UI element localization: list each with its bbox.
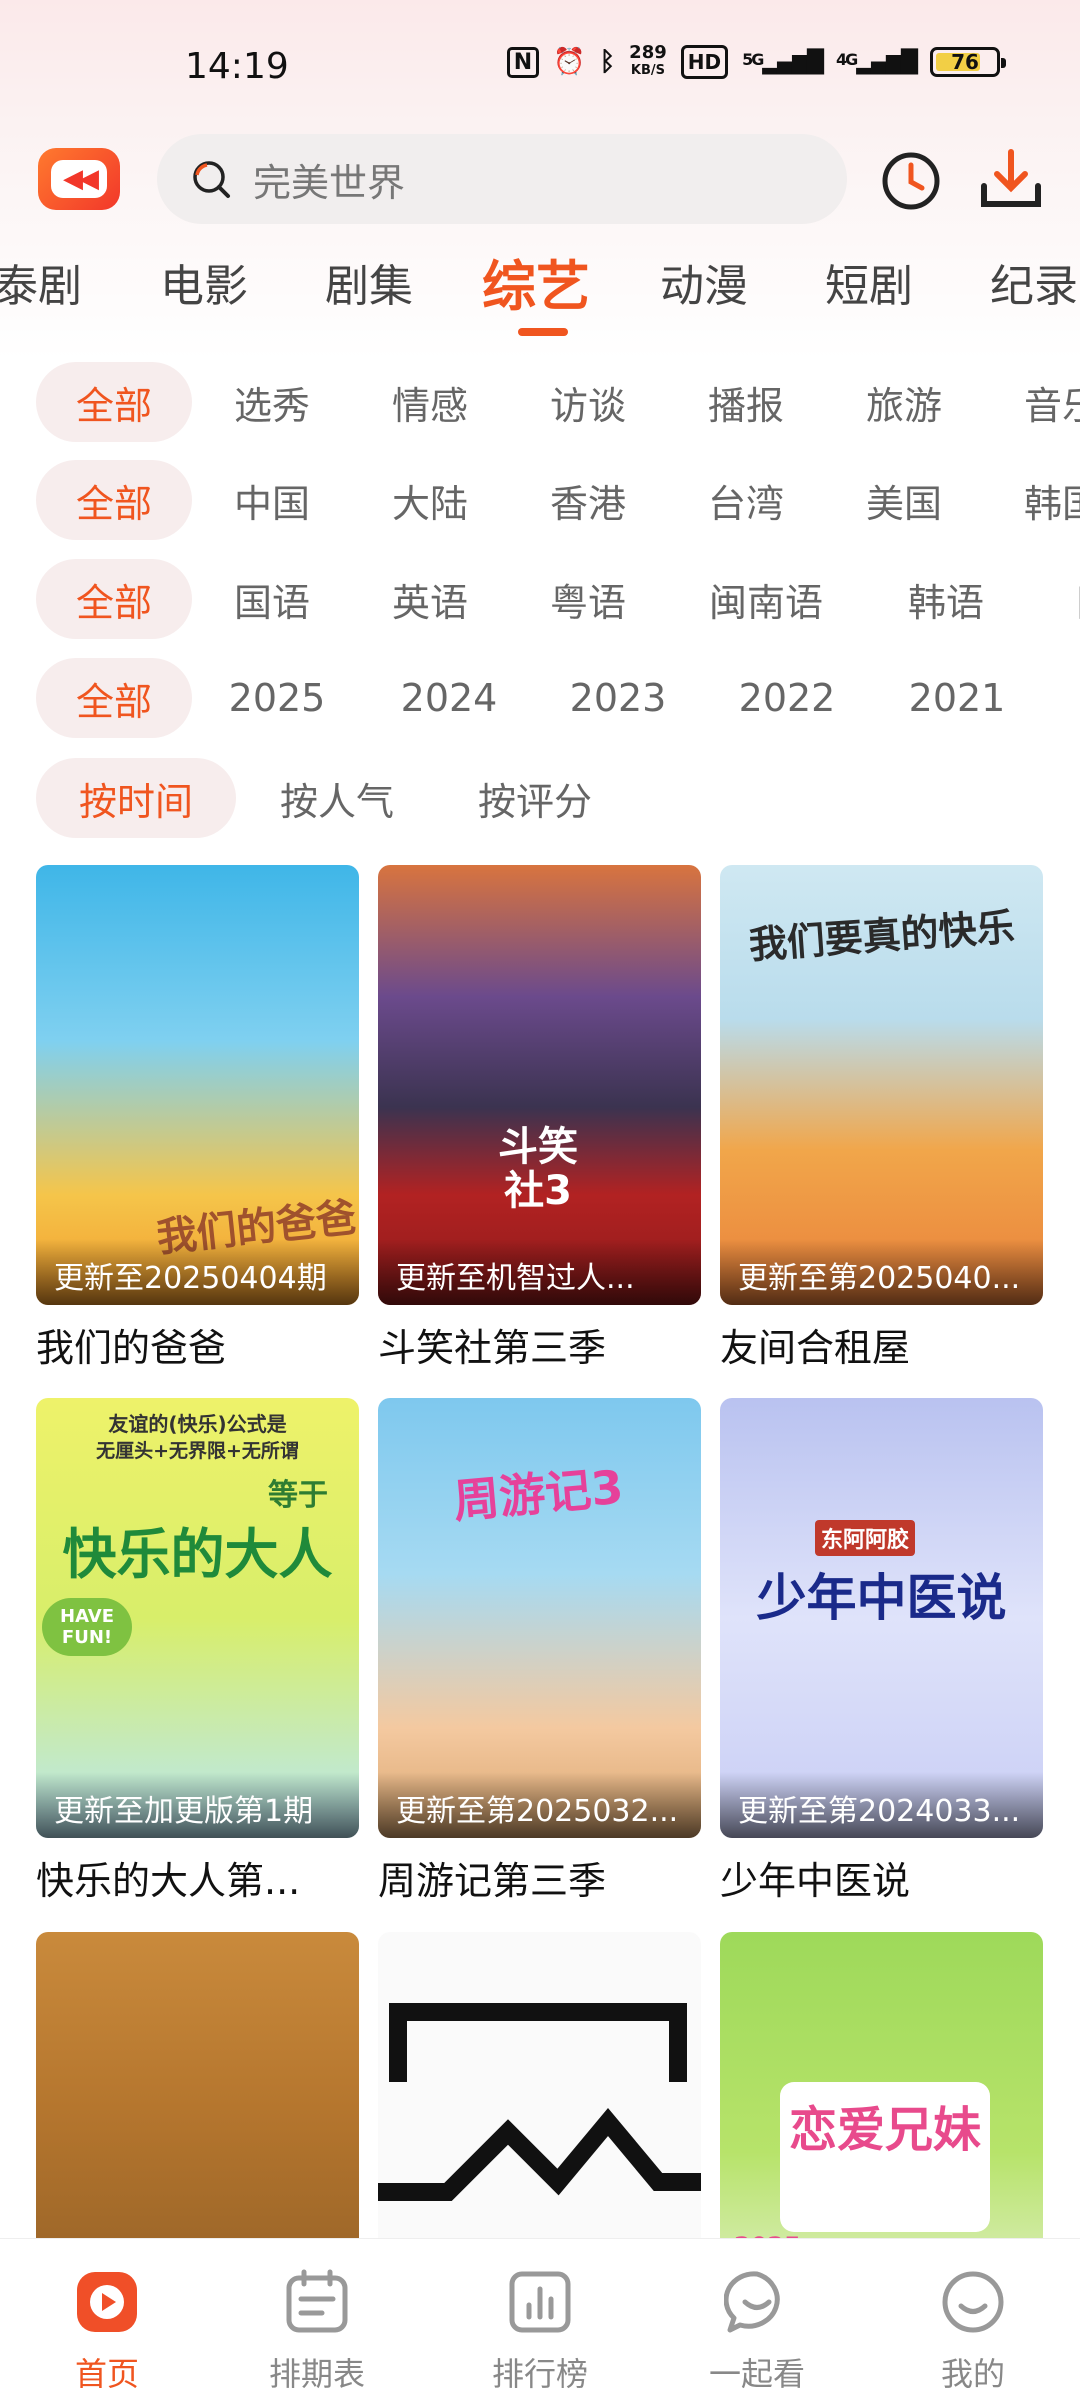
active-tab-indicator bbox=[518, 328, 568, 336]
search-bar[interactable]: 完美世界 bbox=[157, 134, 847, 224]
filter-year-option[interactable]: 2022 bbox=[722, 658, 852, 738]
nfc-icon: N bbox=[506, 46, 540, 78]
filter-language-option[interactable]: 闽南语 bbox=[686, 559, 846, 639]
show-poster: 我们的爸爸 更新至20250404期 bbox=[36, 865, 359, 1305]
show-poster: 我们要真的快乐 更新至第2025040... bbox=[720, 865, 1043, 1305]
show-card[interactable]: 我们要真的快乐 更新至第2025040... 友间合租屋 bbox=[720, 865, 1043, 1372]
tab-short-drama[interactable]: 短剧 bbox=[825, 250, 913, 314]
filter-region-option[interactable]: 香港 bbox=[528, 460, 648, 540]
filter-year-option[interactable]: 2023 bbox=[553, 658, 683, 738]
sort-row: 按时间 按人气 按评分 bbox=[0, 758, 1080, 838]
show-poster: 斗笑社3 更新至机智过人... bbox=[378, 865, 701, 1305]
show-card[interactable]: 周游记3 更新至第2025032... 周游记第三季 bbox=[378, 1398, 701, 1905]
network-speed: 289 KB/S bbox=[629, 42, 667, 79]
bottom-navigation: 首页 排期表 排行榜 一起看 我的 bbox=[0, 2238, 1080, 2400]
search-placeholder: 完美世界 bbox=[253, 160, 406, 205]
filter-row-genre: 全部 选秀 情感 访谈 播报 旅游 音乐 bbox=[0, 362, 1080, 442]
filter-genre-option[interactable]: 情感 bbox=[370, 362, 490, 442]
play-icon bbox=[77, 2272, 137, 2332]
filter-genre-option[interactable]: 播报 bbox=[686, 362, 806, 442]
show-poster: 东阿阿胶 少年中医说 更新至第2024033... bbox=[720, 1398, 1043, 1838]
filter-language-all[interactable]: 全部 bbox=[36, 559, 192, 639]
app-header: ◀◀ 完美世界 bbox=[0, 128, 1080, 228]
show-card[interactable]: 友谊的(快乐)公式是 无厘头+无界限+无所谓 等于 快乐的大人 HAVE FUN… bbox=[36, 1398, 359, 1905]
show-title: 友间合租屋 bbox=[720, 1326, 911, 1370]
chat-icon bbox=[724, 2271, 780, 2333]
status-time: 14:19 bbox=[185, 46, 289, 87]
sort-by-time[interactable]: 按时间 bbox=[36, 758, 236, 838]
tab-anime[interactable]: 动漫 bbox=[660, 250, 748, 314]
show-card[interactable]: 我们的爸爸 更新至20250404期 我们的爸爸 bbox=[36, 865, 359, 1372]
tab-thai-drama[interactable]: 泰剧 bbox=[0, 250, 82, 314]
show-title: 快乐的大人第... bbox=[36, 1859, 301, 1903]
filter-genre-option[interactable]: 音乐 bbox=[1002, 362, 1080, 442]
tab-movie[interactable]: 电影 bbox=[160, 250, 248, 314]
download-icon[interactable] bbox=[978, 146, 1044, 212]
app-logo[interactable]: ◀◀ bbox=[38, 148, 120, 210]
show-poster: 友谊的(快乐)公式是 无厘头+无界限+无所谓 等于 快乐的大人 HAVE FUN… bbox=[36, 1398, 359, 1838]
filter-row-year: 全部 2025 2024 2023 2022 2021 bbox=[0, 658, 1080, 738]
category-tabs: 泰剧 电影 剧集 综艺 动漫 短剧 纪录 bbox=[0, 250, 1080, 340]
show-title: 周游记第三季 bbox=[378, 1859, 607, 1903]
history-clock-icon[interactable] bbox=[880, 150, 942, 212]
tab-series[interactable]: 剧集 bbox=[325, 250, 413, 314]
episode-badge: 更新至第2025032... bbox=[396, 1794, 679, 1829]
filter-year-all[interactable]: 全部 bbox=[36, 658, 192, 738]
sort-by-popularity[interactable]: 按人气 bbox=[262, 758, 412, 838]
filter-genre-all[interactable]: 全部 bbox=[36, 362, 192, 442]
nav-profile[interactable]: 我的 bbox=[893, 2269, 1053, 2395]
filter-language-option[interactable]: 英语 bbox=[370, 559, 490, 639]
sort-by-rating[interactable]: 按评分 bbox=[460, 758, 610, 838]
filter-language-option[interactable]: 国语 bbox=[212, 559, 332, 639]
episode-badge: 更新至加更版第1期 bbox=[54, 1794, 314, 1829]
filter-region-option[interactable]: 台湾 bbox=[686, 460, 806, 540]
tab-variety[interactable]: 综艺 bbox=[482, 250, 590, 321]
hd-icon: HD bbox=[680, 45, 729, 79]
tab-documentary[interactable]: 纪录 bbox=[990, 250, 1078, 314]
filter-genre-option[interactable]: 选秀 bbox=[212, 362, 332, 442]
status-icons: N ⏰ ᛒ 289 KB/S HD 5G▂▄▆█ 4G▂▄▆█ 76 bbox=[506, 42, 1006, 80]
filter-genre-option[interactable]: 访谈 bbox=[528, 362, 648, 442]
signal-5g-icon: 5G▂▄▆█ bbox=[742, 49, 824, 75]
filter-row-language: 全部 国语 英语 粤语 闽南语 韩语 日 bbox=[0, 559, 1080, 639]
filter-region-option[interactable]: 美国 bbox=[844, 460, 964, 540]
filter-region-all[interactable]: 全部 bbox=[36, 460, 192, 540]
filter-year-option[interactable]: 2021 bbox=[892, 658, 1022, 738]
filter-year-option[interactable]: 2025 bbox=[212, 658, 342, 738]
bluetooth-icon: ᛒ bbox=[599, 47, 616, 77]
show-title: 我们的爸爸 bbox=[36, 1326, 227, 1370]
filter-language-option[interactable]: 韩语 bbox=[886, 559, 1006, 639]
filter-year-option[interactable]: 2024 bbox=[384, 658, 514, 738]
calendar-icon bbox=[286, 2269, 348, 2333]
filter-language-option[interactable]: 日 bbox=[1062, 559, 1080, 639]
alarm-icon: ⏰ bbox=[553, 47, 586, 77]
episode-badge: 更新至第2024033... bbox=[738, 1794, 1021, 1829]
chart-icon bbox=[509, 2271, 571, 2333]
filter-language-option[interactable]: 粤语 bbox=[528, 559, 648, 639]
nav-home[interactable]: 首页 bbox=[27, 2269, 187, 2395]
show-card[interactable]: 东阿阿胶 少年中医说 更新至第2024033... 少年中医说 bbox=[720, 1398, 1043, 1905]
status-bar: 14:19 N ⏰ ᛒ 289 KB/S HD 5G▂▄▆█ 4G▂▄▆█ 76 bbox=[0, 0, 1080, 130]
nav-watch-together[interactable]: 一起看 bbox=[677, 2269, 837, 2395]
nav-schedule[interactable]: 排期表 bbox=[237, 2269, 397, 2395]
logo-rewind-icon: ◀◀ bbox=[51, 160, 107, 198]
show-title: 斗笑社第三季 bbox=[378, 1326, 607, 1370]
search-icon bbox=[193, 161, 230, 198]
signal-4g-icon: 4G▂▄▆█ bbox=[836, 49, 918, 75]
filter-genre-option[interactable]: 旅游 bbox=[844, 362, 964, 442]
nav-ranking[interactable]: 排行榜 bbox=[460, 2269, 620, 2395]
battery-icon: 76 bbox=[930, 47, 1006, 77]
filter-row-region: 全部 中国 大陆 香港 台湾 美国 韩国 bbox=[0, 460, 1080, 540]
show-title: 少年中医说 bbox=[720, 1859, 911, 1903]
smile-icon bbox=[942, 2271, 1004, 2333]
episode-badge: 更新至机智过人... bbox=[396, 1261, 635, 1296]
episode-badge: 更新至第2025040... bbox=[738, 1261, 1021, 1296]
episode-badge: 更新至20250404期 bbox=[54, 1261, 327, 1296]
filter-region-option[interactable]: 中国 bbox=[212, 460, 332, 540]
filter-region-option[interactable]: 韩国 bbox=[1002, 460, 1080, 540]
show-card[interactable]: 斗笑社3 更新至机智过人... 斗笑社第三季 bbox=[378, 865, 701, 1372]
filter-region-option[interactable]: 大陆 bbox=[370, 460, 490, 540]
show-poster: 周游记3 更新至第2025032... bbox=[378, 1398, 701, 1838]
